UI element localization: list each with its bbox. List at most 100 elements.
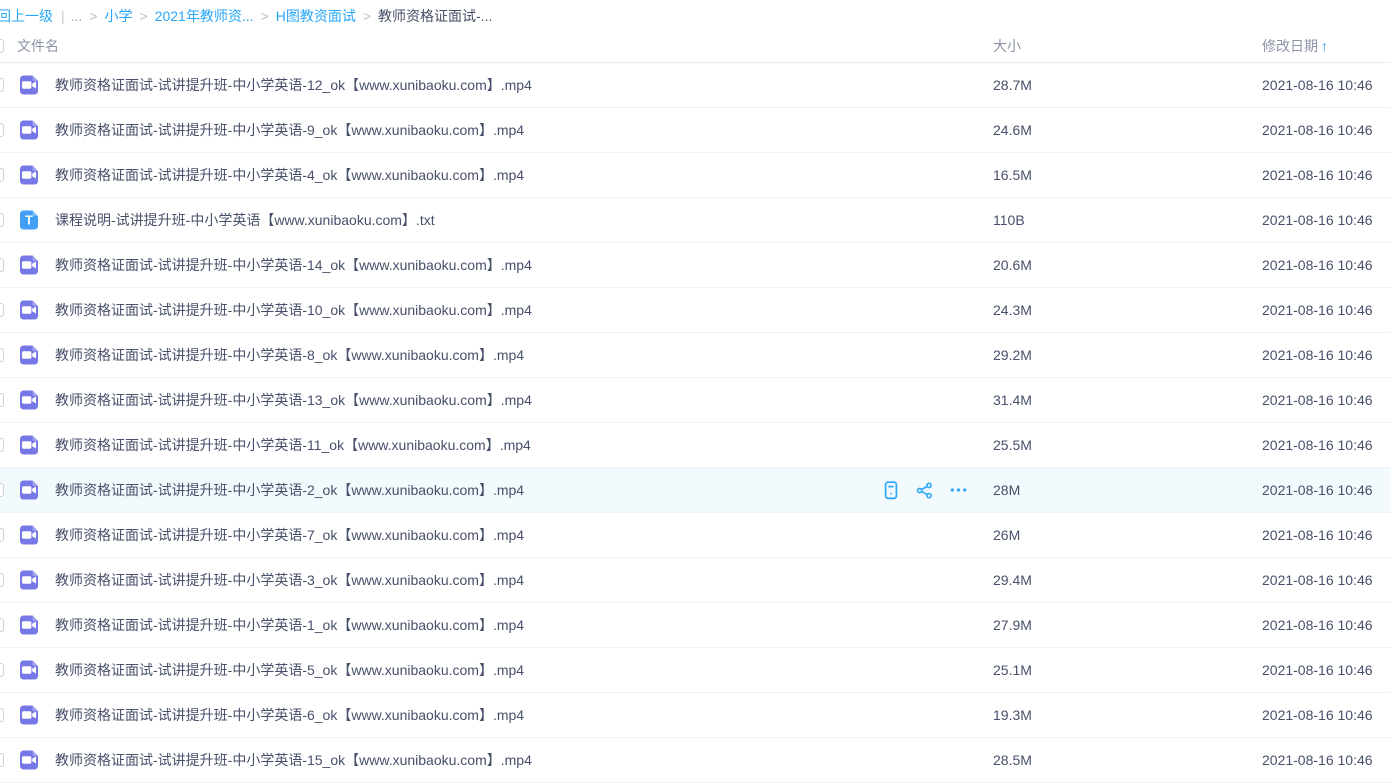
file-name-cell: T 教师资格证面试-试讲提升班-中小学英语-10_ok【www.xunibaok… — [0, 298, 993, 322]
table-row[interactable]: T 教师资格证面试-试讲提升班-中小学英语-6_ok【www.xunibaoku… — [0, 693, 1391, 738]
file-name-link[interactable]: 教师资格证面试-试讲提升班-中小学英语-1_ok【www.xunibaoku.c… — [55, 615, 524, 635]
file-date: 2021-08-16 10:46 — [1262, 392, 1391, 408]
file-size: 28.5M — [993, 752, 1262, 768]
select-all-checkbox[interactable] — [0, 39, 4, 53]
breadcrumb-separator: > — [261, 8, 269, 24]
table-row[interactable]: T 教师资格证面试-试讲提升班-中小学英语-10_ok【www.xunibaok… — [0, 288, 1391, 333]
file-size: 20.6M — [993, 257, 1262, 273]
file-name-cell: T 教师资格证面试-试讲提升班-中小学英语-7_ok【www.xunibaoku… — [0, 523, 993, 547]
row-checkbox[interactable] — [0, 708, 4, 722]
file-name-link[interactable]: 教师资格证面试-试讲提升班-中小学英语-2_ok【www.xunibaoku.c… — [55, 480, 524, 500]
file-size: 29.4M — [993, 572, 1262, 588]
file-date: 2021-08-16 10:46 — [1262, 122, 1391, 138]
video-file-icon — [17, 703, 41, 727]
file-name-link[interactable]: 教师资格证面试-试讲提升班-中小学英语-15_ok【www.xunibaoku.… — [55, 750, 532, 770]
file-name-cell: T 课程说明-试讲提升班-中小学英语【www.xunibaoku.com】.tx… — [0, 208, 993, 232]
file-name-link[interactable]: 教师资格证面试-试讲提升班-中小学英语-5_ok【www.xunibaoku.c… — [55, 660, 524, 680]
row-checkbox[interactable] — [0, 168, 4, 182]
file-name-link[interactable]: 课程说明-试讲提升班-中小学英语【www.xunibaoku.com】.txt — [55, 210, 435, 230]
video-file-icon — [17, 163, 41, 187]
share-icon[interactable] — [916, 481, 933, 500]
row-checkbox[interactable] — [0, 753, 4, 767]
table-row[interactable]: T 教师资格证面试-试讲提升班-中小学英语-3_ok【www.xunibaoku… — [0, 558, 1391, 603]
breadcrumb-link-htu[interactable]: H图教资面试 — [276, 6, 356, 26]
row-checkbox[interactable] — [0, 438, 4, 452]
table-row[interactable]: T 教师资格证面试-试讲提升班-中小学英语-9_ok【www.xunibaoku… — [0, 108, 1391, 153]
file-size: 24.6M — [993, 122, 1262, 138]
video-file-icon — [17, 568, 41, 592]
file-size: 24.3M — [993, 302, 1262, 318]
breadcrumb-separator: > — [89, 8, 97, 24]
file-name-link[interactable]: 教师资格证面试-试讲提升班-中小学英语-8_ok【www.xunibaoku.c… — [55, 345, 524, 365]
table-row[interactable]: T 教师资格证面试-试讲提升班-中小学英语-13_ok【www.xunibaok… — [0, 378, 1391, 423]
file-name-link[interactable]: 教师资格证面试-试讲提升班-中小学英语-11_ok【www.xunibaoku.… — [55, 435, 531, 455]
row-checkbox[interactable] — [0, 483, 4, 497]
row-checkbox[interactable] — [0, 123, 4, 137]
breadcrumb-separator: > — [363, 8, 371, 24]
row-checkbox[interactable] — [0, 213, 4, 227]
table-row[interactable]: T 教师资格证面试-试讲提升班-中小学英语-15_ok【www.xunibaok… — [0, 738, 1391, 783]
row-checkbox[interactable] — [0, 393, 4, 407]
breadcrumb-current-folder: 教师资格证面试-... — [378, 6, 492, 26]
column-header-filename[interactable]: 文件名 — [17, 36, 993, 56]
video-file-icon — [17, 478, 41, 502]
column-header-modified[interactable]: 修改日期↑ — [1262, 36, 1391, 56]
file-name-link[interactable]: 教师资格证面试-试讲提升班-中小学英语-13_ok【www.xunibaoku.… — [55, 390, 532, 410]
row-checkbox[interactable] — [0, 618, 4, 632]
table-row[interactable]: T 教师资格证面试-试讲提升班-中小学英语-12_ok【www.xunibaok… — [0, 63, 1391, 108]
row-checkbox[interactable] — [0, 348, 4, 362]
breadcrumb-link-xiaoxue[interactable]: 小学 — [105, 6, 133, 26]
row-checkbox[interactable] — [0, 573, 4, 587]
file-name-link[interactable]: 教师资格证面试-试讲提升班-中小学英语-10_ok【www.xunibaoku.… — [55, 300, 532, 320]
svg-text:T: T — [25, 214, 33, 228]
table-row[interactable]: T 课程说明-试讲提升班-中小学英语【www.xunibaoku.com】.tx… — [0, 198, 1391, 243]
row-checkbox[interactable] — [0, 663, 4, 677]
video-file-icon — [17, 433, 41, 457]
file-name-cell: T 教师资格证面试-试讲提升班-中小学英语-14_ok【www.xunibaok… — [0, 253, 993, 277]
file-name-link[interactable]: 教师资格证面试-试讲提升班-中小学英语-4_ok【www.xunibaoku.c… — [55, 165, 524, 185]
row-checkbox[interactable] — [0, 78, 4, 92]
file-name-link[interactable]: 教师资格证面试-试讲提升班-中小学英语-7_ok【www.xunibaoku.c… — [55, 525, 524, 545]
video-file-icon — [17, 73, 41, 97]
file-list: T 教师资格证面试-试讲提升班-中小学英语-12_ok【www.xunibaok… — [0, 63, 1391, 783]
row-checkbox[interactable] — [0, 528, 4, 542]
file-name-cell: T 教师资格证面试-试讲提升班-中小学英语-8_ok【www.xunibaoku… — [0, 343, 993, 367]
breadcrumb-link-2021[interactable]: 2021年教师资... — [155, 6, 254, 26]
file-name-link[interactable]: 教师资格证面试-试讲提升班-中小学英语-12_ok【www.xunibaoku.… — [55, 75, 532, 95]
file-date: 2021-08-16 10:46 — [1262, 662, 1391, 678]
table-row[interactable]: T 教师资格证面试-试讲提升班-中小学英语-1_ok【www.xunibaoku… — [0, 603, 1391, 648]
video-file-icon — [17, 388, 41, 412]
file-name-cell: T 教师资格证面试-试讲提升班-中小学英语-3_ok【www.xunibaoku… — [0, 568, 993, 592]
file-date: 2021-08-16 10:46 — [1262, 212, 1391, 228]
file-name-link[interactable]: 教师资格证面试-试讲提升班-中小学英语-6_ok【www.xunibaoku.c… — [55, 705, 524, 725]
file-name-link[interactable]: 教师资格证面试-试讲提升班-中小学英语-3_ok【www.xunibaoku.c… — [55, 570, 524, 590]
sort-ascending-icon[interactable]: ↑ — [1321, 38, 1328, 54]
file-date: 2021-08-16 10:46 — [1262, 167, 1391, 183]
file-name-cell: T 教师资格证面试-试讲提升班-中小学英语-6_ok【www.xunibaoku… — [0, 703, 993, 727]
video-file-icon — [17, 298, 41, 322]
file-name-cell: T 教师资格证面试-试讲提升班-中小学英语-1_ok【www.xunibaoku… — [0, 613, 993, 637]
table-row[interactable]: T 教师资格证面试-试讲提升班-中小学英语-14_ok【www.xunibaok… — [0, 243, 1391, 288]
table-row[interactable]: T 教师资格证面试-试讲提升班-中小学英语-7_ok【www.xunibaoku… — [0, 513, 1391, 558]
file-name-cell: T 教师资格证面试-试讲提升班-中小学英语-2_ok【www.xunibaoku… — [0, 478, 993, 502]
file-size: 19.3M — [993, 707, 1262, 723]
table-header: 文件名 大小 修改日期↑ — [0, 30, 1391, 63]
file-name-cell: T 教师资格证面试-试讲提升班-中小学英语-4_ok【www.xunibaoku… — [0, 163, 993, 187]
row-checkbox[interactable] — [0, 258, 4, 272]
more-icon[interactable] — [950, 481, 967, 500]
column-header-size[interactable]: 大小 — [993, 36, 1262, 56]
video-file-icon — [17, 613, 41, 637]
device-icon[interactable] — [882, 481, 899, 500]
column-header-modified-label: 修改日期 — [1262, 38, 1318, 54]
table-row[interactable]: T 教师资格证面试-试讲提升班-中小学英语-11_ok【www.xunibaok… — [0, 423, 1391, 468]
row-checkbox[interactable] — [0, 303, 4, 317]
table-row[interactable]: T 教师资格证面试-试讲提升班-中小学英语-4_ok【www.xunibaoku… — [0, 153, 1391, 198]
table-row[interactable]: T 教师资格证面试-试讲提升班-中小学英语-2_ok【www.xunibaoku… — [0, 468, 1391, 513]
table-row[interactable]: T 教师资格证面试-试讲提升班-中小学英语-5_ok【www.xunibaoku… — [0, 648, 1391, 693]
file-name-link[interactable]: 教师资格证面试-试讲提升班-中小学英语-14_ok【www.xunibaoku.… — [55, 255, 532, 275]
breadcrumb-back-link[interactable]: 回上一级 — [0, 6, 53, 26]
file-size: 28M — [993, 482, 1262, 498]
file-name-link[interactable]: 教师资格证面试-试讲提升班-中小学英语-9_ok【www.xunibaoku.c… — [55, 120, 524, 140]
table-row[interactable]: T 教师资格证面试-试讲提升班-中小学英语-8_ok【www.xunibaoku… — [0, 333, 1391, 378]
breadcrumb-ellipsis[interactable]: ... — [71, 8, 83, 24]
